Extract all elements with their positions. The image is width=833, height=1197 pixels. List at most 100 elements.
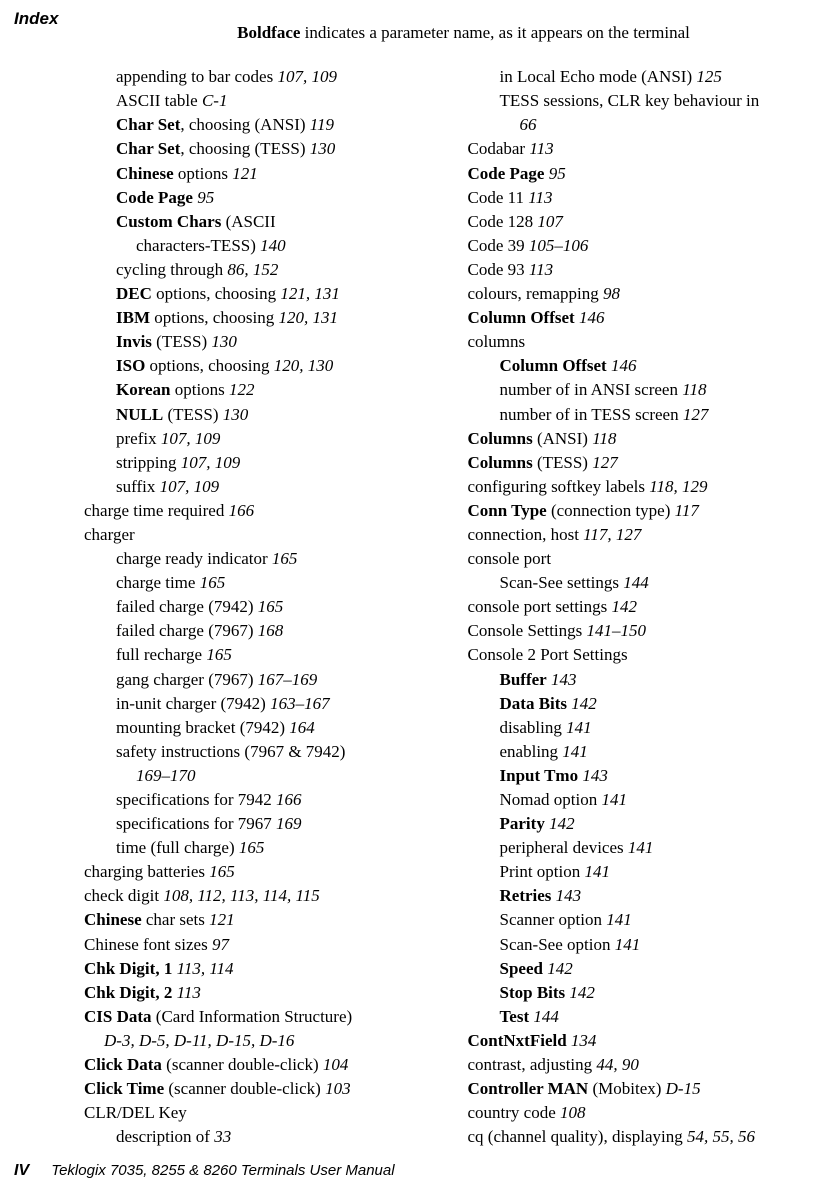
- index-text: 121: [209, 910, 235, 929]
- index-text: 118: [682, 380, 706, 399]
- index-text: charging batteries: [84, 862, 209, 881]
- index-entry: characters-TESS) 140: [84, 235, 440, 257]
- index-entry: Conn Type (connection type) 117: [468, 500, 824, 522]
- index-entry: Invis (TESS) 130: [84, 331, 440, 353]
- index-entry: Test 144: [468, 1006, 824, 1028]
- index-text: 54, 55, 56: [687, 1127, 755, 1146]
- index-text: Console Settings: [468, 621, 587, 640]
- index-text: 113: [528, 188, 552, 207]
- index-text: 167–169: [258, 670, 318, 689]
- index-text: 146: [611, 356, 637, 375]
- index-text: in Local Echo mode (ANSI): [500, 67, 697, 86]
- index-entry: in Local Echo mode (ANSI) 125: [468, 66, 824, 88]
- index-entry: IBM options, choosing 120, 131: [84, 307, 440, 329]
- index-columns: appending to bar codes 107, 109ASCII tab…: [0, 44, 833, 1150]
- index-text: specifications for 7967: [116, 814, 276, 833]
- index-entry: Input Tmo 143: [468, 765, 824, 787]
- index-entry: cycling through 86, 152: [84, 259, 440, 281]
- index-text: Conn Type: [468, 501, 547, 520]
- index-entry: ISO options, choosing 120, 130: [84, 355, 440, 377]
- index-text: 105–106: [529, 236, 589, 255]
- index-text: 142: [612, 597, 638, 616]
- index-entry: CLR/DEL Key: [84, 1102, 440, 1124]
- index-entry: Column Offset 146: [468, 355, 824, 377]
- index-text: 113: [529, 260, 553, 279]
- index-text: 142: [569, 983, 595, 1002]
- index-text: 125: [696, 67, 722, 86]
- index-text: 95: [549, 164, 566, 183]
- index-text: stripping: [116, 453, 181, 472]
- index-text: time (full charge): [116, 838, 239, 857]
- index-text: options, choosing: [145, 356, 273, 375]
- index-text: Code Page: [468, 164, 545, 183]
- index-text: 120, 131: [278, 308, 338, 327]
- index-text: number of in ANSI screen: [500, 380, 683, 399]
- index-entry: safety instructions (7967 & 7942): [84, 741, 440, 763]
- index-entry: colours, remapping 98: [468, 283, 824, 305]
- index-text: appending to bar codes: [116, 67, 277, 86]
- index-entry: Scan-See option 141: [468, 934, 824, 956]
- index-text: failed charge (7942): [116, 597, 258, 616]
- index-text: 163–167: [270, 694, 330, 713]
- index-entry: Chinese char sets 121: [84, 909, 440, 931]
- index-text: 142: [547, 959, 573, 978]
- index-text: 118, 129: [649, 477, 707, 496]
- index-text: Invis: [116, 332, 152, 351]
- index-text: (scanner double-click): [162, 1055, 323, 1074]
- index-text: 113: [177, 983, 201, 1002]
- index-text: 66: [520, 115, 537, 134]
- index-text: 164: [289, 718, 315, 737]
- page-number: IV: [14, 1162, 29, 1179]
- index-text: 44, 90: [596, 1055, 639, 1074]
- index-entry: NULL (TESS) 130: [84, 404, 440, 426]
- index-text: 141: [606, 910, 632, 929]
- index-text: (TESS): [152, 332, 212, 351]
- index-text: D-15: [666, 1079, 701, 1098]
- index-text: 103: [325, 1079, 351, 1098]
- index-entry: contrast, adjusting 44, 90: [468, 1054, 824, 1076]
- index-entry: Chinese font sizes 97: [84, 934, 440, 956]
- index-text: suffix: [116, 477, 160, 496]
- index-entry: Print option 141: [468, 861, 824, 883]
- index-text: 117, 127: [583, 525, 641, 544]
- index-text: full recharge: [116, 645, 206, 664]
- index-text: Columns: [468, 429, 533, 448]
- index-text: 86, 152: [227, 260, 278, 279]
- index-entry: Column Offset 146: [468, 307, 824, 329]
- index-entry: Retries 143: [468, 885, 824, 907]
- index-entry: configuring softkey labels 118, 129: [468, 476, 824, 498]
- index-text: (ANSI): [533, 429, 593, 448]
- index-text: 121, 131: [280, 284, 340, 303]
- index-text: 165: [239, 838, 265, 857]
- index-text: Chinese: [84, 910, 142, 929]
- index-text: 142: [549, 814, 575, 833]
- index-entry: charge time required 166: [84, 500, 440, 522]
- index-text: CIS Data: [84, 1007, 152, 1026]
- index-entry: check digit 108, 112, 113, 114, 115: [84, 885, 440, 907]
- index-entry: Chk Digit, 2 113: [84, 982, 440, 1004]
- index-text: 120, 130: [274, 356, 334, 375]
- index-text: check digit: [84, 886, 163, 905]
- index-text: Nomad option: [500, 790, 602, 809]
- index-text: 141: [566, 718, 592, 737]
- index-text: country code: [468, 1103, 561, 1122]
- index-text: 166: [229, 501, 255, 520]
- index-text: 143: [582, 766, 608, 785]
- index-text: 141: [628, 838, 654, 857]
- index-entry: console port: [468, 548, 824, 570]
- index-text: 127: [592, 453, 618, 472]
- index-text: 141: [615, 935, 641, 954]
- boldface-word: Boldface: [237, 23, 300, 42]
- index-text: Code 39: [468, 236, 529, 255]
- index-text: 144: [533, 1007, 559, 1026]
- index-entry: Columns (ANSI) 118: [468, 428, 824, 450]
- index-text: , choosing (TESS): [180, 139, 309, 158]
- index-entry: DEC options, choosing 121, 131: [84, 283, 440, 305]
- index-entry: Custom Chars (ASCII: [84, 211, 440, 233]
- index-entry: Char Set, choosing (TESS) 130: [84, 138, 440, 160]
- index-entry: country code 108: [468, 1102, 824, 1124]
- index-text: 140: [260, 236, 286, 255]
- index-text: Scan-See settings: [500, 573, 624, 592]
- index-text: Code 93: [468, 260, 529, 279]
- index-entry: Console 2 Port Settings: [468, 644, 824, 666]
